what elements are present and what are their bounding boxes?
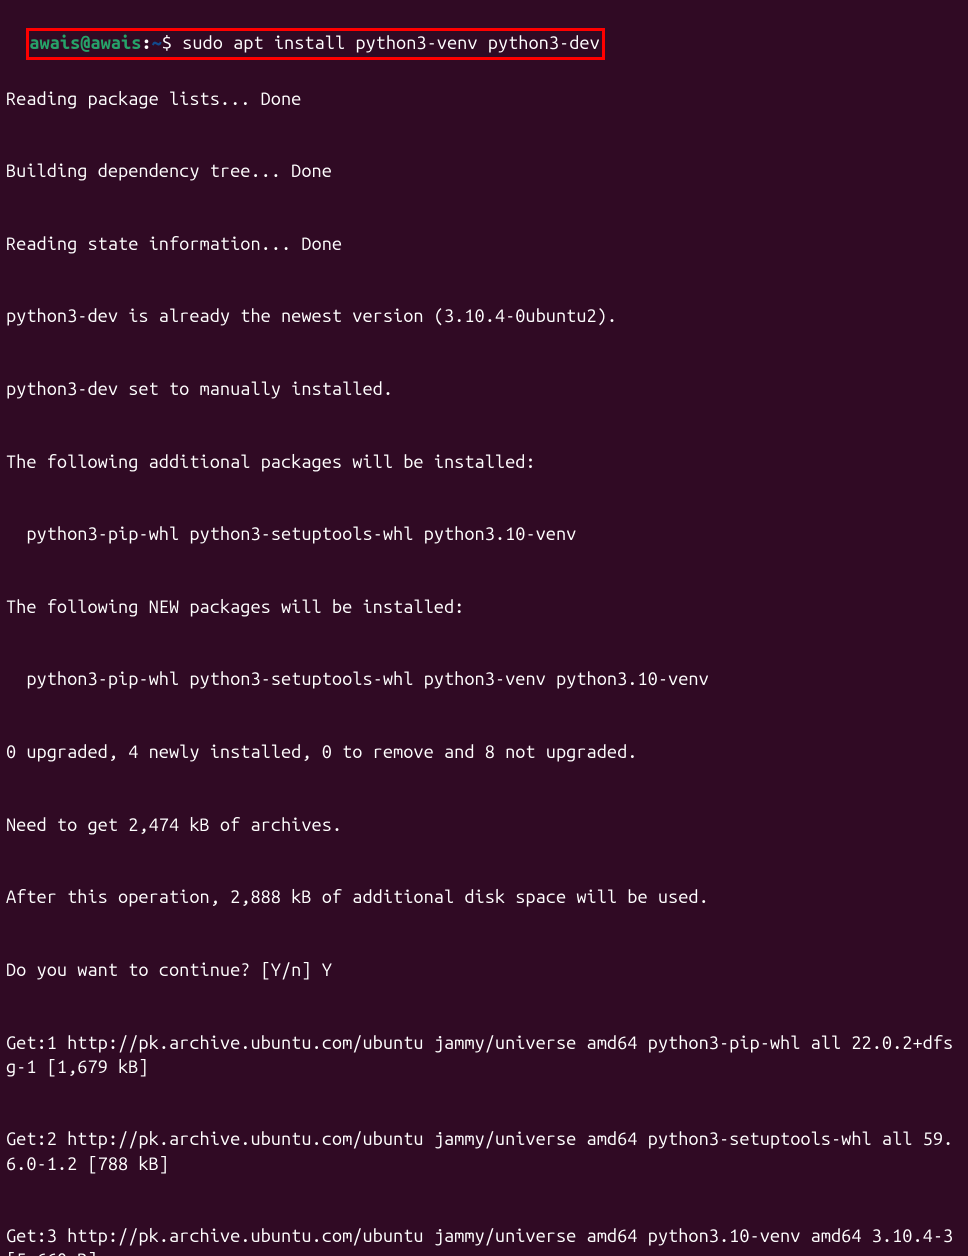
command-input[interactable]: sudo apt install python3-venv python3-de… [182,33,600,53]
output-line: The following NEW packages will be insta… [6,595,962,619]
output-line: Reading state information... Done [6,232,962,256]
prompt-separator: : [141,33,151,53]
prompt-path: ~ [152,33,162,53]
output-line: Get:1 http://pk.archive.ubuntu.com/ubunt… [6,1031,962,1079]
output-line: Building dependency tree... Done [6,159,962,183]
prompt-symbol: $ [162,33,172,53]
command-highlight-box: awais@awais:~$ sudo apt install python3-… [26,28,604,60]
terminal-window[interactable]: awais@awais:~$ sudo apt install python3-… [6,4,962,1256]
output-line: Get:3 http://pk.archive.ubuntu.com/ubunt… [6,1224,962,1256]
output-line: python3-pip-whl python3-setuptools-whl p… [6,522,962,546]
output-line: Need to get 2,474 kB of archives. [6,813,962,837]
output-line: python3-pip-whl python3-setuptools-whl p… [6,667,962,691]
output-line: python3-dev set to manually installed. [6,377,962,401]
output-line: Reading package lists... Done [6,87,962,111]
prompt-user-host: awais@awais [29,33,141,53]
output-line: python3-dev is already the newest versio… [6,304,962,328]
output-line: Get:2 http://pk.archive.ubuntu.com/ubunt… [6,1127,962,1175]
output-line: After this operation, 2,888 kB of additi… [6,885,962,909]
output-line: 0 upgraded, 4 newly installed, 0 to remo… [6,740,962,764]
output-line: Do you want to continue? [Y/n] Y [6,958,962,982]
output-line: The following additional packages will b… [6,450,962,474]
